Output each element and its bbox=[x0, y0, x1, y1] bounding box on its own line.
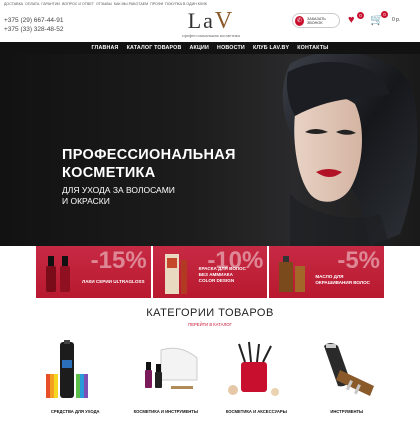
logo-text: La bbox=[187, 8, 215, 33]
hero-title: ПРОФЕССИОНАЛЬНАЯ КОСМЕТИКА bbox=[62, 146, 236, 182]
top-link-guarantees[interactable]: Гарантии bbox=[41, 2, 60, 6]
phone-numbers: +375 (29) 667-44-91 +375 (33) 328-48-52 bbox=[4, 16, 63, 34]
phone-1[interactable]: +375 (29) 667-44-91 bbox=[4, 16, 63, 25]
phone-2[interactable]: +375 (33) 328-48-52 bbox=[4, 25, 63, 34]
logo-tagline: профессиональная косметика bbox=[182, 33, 240, 38]
hero-model-image bbox=[282, 54, 418, 246]
hero-subtitle: ДЛЯ УХОДА ЗА ВОЛОСАМИ И ОКРАСКИ bbox=[62, 185, 175, 207]
category-card[interactable]: КОСМЕТИКА И АКСЕССУАРЫ bbox=[211, 340, 302, 422]
makeup-brushes-image bbox=[228, 341, 279, 396]
top-link-pro[interactable]: Профи bbox=[150, 2, 163, 6]
callback-button[interactable]: ✆ Заказать звонок bbox=[292, 13, 340, 28]
nav-club[interactable]: КЛУБ LAV.BY bbox=[253, 45, 289, 51]
callback-label: Заказать звонок bbox=[307, 16, 326, 25]
top-link-reviews[interactable]: Отзывы bbox=[96, 2, 112, 6]
promo-label: МАСЛО ДЛЯ bbox=[315, 274, 344, 279]
hair-oil-image bbox=[279, 256, 306, 292]
main-nav: ГЛАВНАЯ КАТАЛОГ ТОВАРОВ АКЦИИ НОВОСТИ КЛ… bbox=[0, 42, 420, 54]
category-card[interactable]: ИНСТРУМЕНТЫ bbox=[302, 340, 393, 422]
top-links: Доставка Оплата Гарантии Вопрос и ответ … bbox=[4, 2, 207, 6]
top-link-faq[interactable]: Вопрос и ответ bbox=[62, 2, 94, 6]
top-link-delivery[interactable]: Доставка bbox=[4, 2, 23, 6]
cart-total: 0 р. bbox=[392, 17, 401, 23]
promo-card[interactable]: -15% ЛАКИ СЕРИИ ULTRAGLOSS bbox=[36, 246, 151, 298]
promo-label: ЛАКИ СЕРИИ ULTRAGLOSS bbox=[82, 279, 145, 284]
hair-dye-box-image bbox=[164, 254, 187, 294]
nav-promotions[interactable]: АКЦИИ bbox=[190, 45, 210, 51]
hero-subtitle-line2: И ОКРАСКИ bbox=[62, 196, 110, 206]
promo-card[interactable]: -10% КРАСКА ДЛЯ ВОЛОС БЕЗ АММИАКА COLOR … bbox=[152, 246, 268, 298]
phone-icon: ✆ bbox=[295, 15, 305, 26]
hair-care-products-image bbox=[46, 340, 88, 398]
category-label: КОСМЕТИКА И АКСЕССУАРЫ bbox=[225, 409, 287, 414]
wishlist-heart-icon[interactable]: ♥ bbox=[348, 14, 355, 26]
category-card[interactable]: СРЕДСТВА ДЛЯ УХОДА bbox=[30, 340, 121, 422]
hair-clipper-image bbox=[323, 343, 374, 396]
logo[interactable]: LaV профессиональная косметика bbox=[176, 8, 246, 40]
promo-discount: -5% bbox=[337, 247, 381, 274]
nav-news[interactable]: НОВОСТИ bbox=[217, 45, 245, 51]
top-link-one-click[interactable]: Покупка в один клик bbox=[165, 2, 207, 6]
nail-lamp-image bbox=[144, 347, 197, 389]
category-label: ИНСТРУМЕНТЫ bbox=[330, 409, 364, 414]
nail-polish-image bbox=[46, 256, 70, 292]
nav-contacts[interactable]: КОНТАКТЫ bbox=[297, 45, 328, 51]
top-link-payment[interactable]: Оплата bbox=[25, 2, 39, 6]
hero-banner[interactable]: ПРОФЕССИОНАЛЬНАЯ КОСМЕТИКА ДЛЯ УХОДА ЗА … bbox=[0, 54, 420, 246]
promo-discount: -15% bbox=[90, 247, 147, 274]
header: Доставка Оплата Гарантии Вопрос и ответ … bbox=[0, 0, 420, 42]
hero-subtitle-line1: ДЛЯ УХОДА ЗА ВОЛОСАМИ bbox=[62, 185, 175, 195]
categories-title: КАТЕГОРИИ ТОВАРОВ bbox=[146, 307, 274, 319]
promo-label: КРАСКА ДЛЯ ВОЛОС bbox=[198, 266, 246, 271]
category-card[interactable]: КОСМЕТИКА И ИНСТРУМЕНТЫ bbox=[121, 340, 212, 422]
promo-label-2: БЕЗ АММИАКА COLOR DESIGN bbox=[198, 272, 235, 283]
hero-title-line2: КОСМЕТИКА bbox=[62, 165, 156, 181]
promo-card[interactable]: -5% МАСЛО ДЛЯ ОКРАШИВАНИЯ ВОЛОС bbox=[269, 246, 385, 298]
categories-catalog-link[interactable]: ПЕРЕЙТИ В КАТАЛОГ bbox=[0, 322, 420, 327]
category-label: КОСМЕТИКА И ИНСТРУМЕНТЫ bbox=[133, 409, 198, 414]
category-list: СРЕДСТВА ДЛЯ УХОДА КОСМЕТИКА И ИНСТРУМЕН… bbox=[30, 340, 392, 422]
top-link-how-we-work[interactable]: Как мы работаем bbox=[114, 2, 148, 6]
category-label: СРЕДСТВА ДЛЯ УХОДА bbox=[50, 409, 100, 414]
cart-count-badge: 0 bbox=[381, 11, 388, 18]
nav-catalog[interactable]: КАТАЛОГ ТОВАРОВ bbox=[127, 45, 182, 51]
logo-v: V bbox=[214, 8, 235, 34]
nav-home[interactable]: ГЛАВНАЯ bbox=[91, 45, 118, 51]
promo-strip: -15% ЛАКИ СЕРИИ ULTRAGLOSS -10% КРАСКА Д… bbox=[36, 246, 385, 298]
promo-label-2: ОКРАШИВАНИЯ ВОЛОС bbox=[315, 280, 370, 285]
hero-title-line1: ПРОФЕССИОНАЛЬНАЯ bbox=[62, 147, 236, 163]
wishlist-count-badge: 0 bbox=[357, 12, 364, 19]
